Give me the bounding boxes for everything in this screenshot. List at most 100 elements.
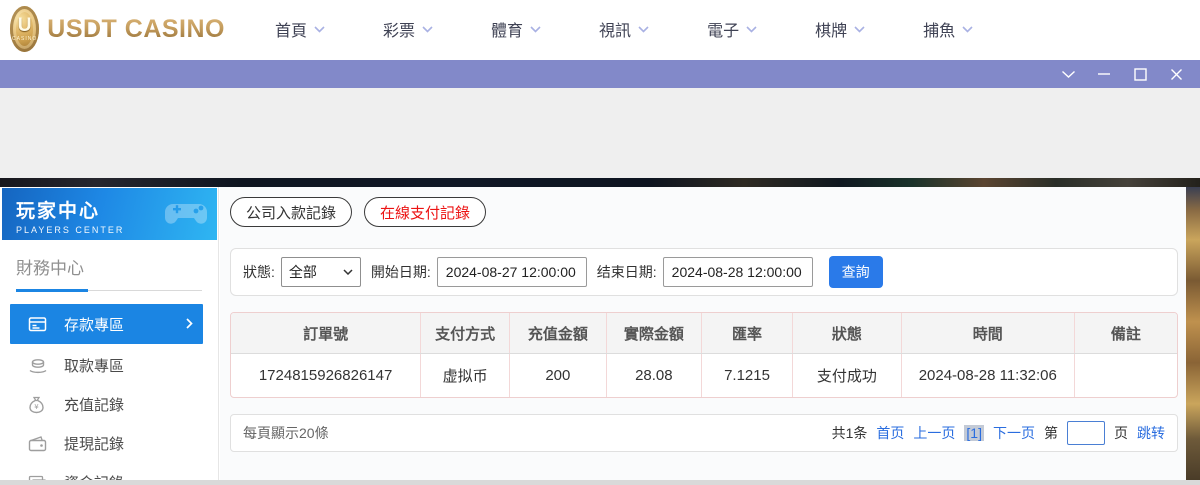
window-minimize-icon[interactable] — [1096, 66, 1112, 82]
nav-item-lottery[interactable]: 彩票 — [383, 17, 433, 41]
nav-item-fishing[interactable]: 捕魚 — [923, 17, 973, 41]
col-exchange-rate: 匯率 — [701, 313, 792, 353]
nav-item-sports[interactable]: 體育 — [491, 17, 541, 41]
nav-item-slots[interactable]: 電子 — [707, 17, 757, 41]
nav-item-label: 捕魚 — [923, 17, 955, 41]
chevron-down-icon — [746, 26, 757, 33]
chevron-down-icon — [422, 26, 433, 33]
tab-company-deposit-record[interactable]: 公司入款記錄 — [230, 197, 352, 227]
brand-logo-icon: U CASINO — [10, 6, 39, 52]
sidebar-menu: 存款專區 取款專區 ¥ 充值記錄 提現 — [0, 304, 218, 485]
bottom-edge-strip — [0, 480, 1200, 485]
chevron-down-icon — [962, 26, 973, 33]
window-titlebar — [0, 60, 1200, 88]
sidebar-item-label: 充值記錄 — [64, 394, 124, 415]
section-divider — [16, 289, 202, 292]
table-row: 1724815926826147 虚拟币 200 28.08 7.1215 支付… — [231, 354, 1177, 397]
col-payment-method: 支付方式 — [420, 313, 509, 353]
cell-recharge-amount: 200 — [509, 354, 605, 397]
nav-item-label: 電子 — [707, 17, 739, 41]
logo-casino-text: CASINO — [12, 36, 37, 42]
players-center-header: 玩家中心 PLAYERS CENTER — [2, 188, 217, 240]
chevron-right-icon — [186, 316, 193, 333]
cell-order-number: 1724815926826147 — [231, 354, 420, 397]
records-table: 訂單號 支付方式 充值金額 實際金額 匯率 狀態 時間 備註 172481592… — [230, 312, 1178, 398]
top-navbar: U CASINO USDT CASINO 首頁 彩票 體育 視訊 — [0, 0, 1200, 58]
jump-page-input[interactable] — [1067, 421, 1105, 445]
sidebar-item-label: 提現記錄 — [64, 433, 124, 454]
main-content: 公司入款記錄 在線支付記錄 狀態: 全部 開始日期: 2024-08-27 12… — [220, 187, 1186, 480]
brand-logo[interactable]: U CASINO USDT CASINO — [10, 6, 225, 52]
prev-page-link[interactable]: 上一页 — [913, 423, 955, 443]
cell-exchange-rate: 7.1215 — [701, 354, 792, 397]
sidebar-item-deposit[interactable]: 存款專區 — [10, 304, 203, 344]
withdrawal-record-icon — [28, 436, 48, 452]
gamepad-icon — [163, 196, 209, 233]
nav-item-label: 棋牌 — [815, 17, 847, 41]
chevron-down-icon — [638, 26, 649, 33]
jump-button[interactable]: 跳转 — [1137, 423, 1165, 443]
withdraw-icon — [28, 357, 48, 374]
record-tabs: 公司入款記錄 在線支付記錄 — [230, 197, 1178, 227]
banner-empty-area — [0, 88, 1200, 178]
nav-item-home[interactable]: 首頁 — [275, 17, 325, 41]
svg-text:¥: ¥ — [34, 403, 39, 411]
sidebar-item-withdrawal-record[interactable]: 提現記錄 — [0, 424, 218, 463]
deposit-icon — [28, 316, 48, 333]
page: U CASINO USDT CASINO 首頁 彩票 體育 視訊 — [0, 0, 1200, 485]
col-remark: 備註 — [1074, 313, 1177, 353]
start-date-input[interactable]: 2024-08-27 12:00:00 — [437, 257, 587, 287]
brand-name: USDT CASINO — [47, 15, 225, 44]
pager: 共1条 首页 上一页 [1] 下一页 第 页 跳转 — [832, 421, 1165, 445]
window-chevron-down-icon[interactable] — [1060, 66, 1076, 82]
window-close-icon[interactable] — [1168, 66, 1184, 82]
nav-item-label: 首頁 — [275, 17, 307, 41]
status-select-value: 全部 — [289, 262, 317, 282]
col-status: 狀態 — [792, 313, 901, 353]
end-date-input[interactable]: 2024-08-28 12:00:00 — [663, 257, 813, 287]
chevron-down-icon — [530, 26, 541, 33]
cell-status: 支付成功 — [792, 354, 901, 397]
nav-items: 首頁 彩票 體育 視訊 電子 棋牌 — [275, 17, 973, 41]
recharge-record-icon: ¥ — [28, 396, 48, 414]
dark-banner-edge — [0, 178, 1200, 187]
page-size-text: 每頁顯示20條 — [243, 423, 329, 443]
sidebar-item-withdraw[interactable]: 取款專區 — [0, 346, 218, 385]
col-recharge-amount: 充值金額 — [509, 313, 605, 353]
finance-center-label: 財務中心 — [16, 254, 202, 279]
nav-item-video[interactable]: 視訊 — [599, 17, 649, 41]
sidebar-item-recharge-record[interactable]: ¥ 充值記錄 — [0, 385, 218, 424]
logo-letter: U — [18, 16, 32, 35]
cell-actual-amount: 28.08 — [606, 354, 702, 397]
pagination-bar: 每頁顯示20條 共1条 首页 上一页 [1] 下一页 第 页 跳转 — [230, 414, 1178, 452]
current-page-indicator: [1] — [964, 425, 984, 441]
start-date-label: 開始日期: — [371, 262, 431, 282]
query-button[interactable]: 查詢 — [829, 256, 883, 288]
window-maximize-icon[interactable] — [1132, 66, 1148, 82]
jump-prefix: 第 — [1044, 423, 1058, 443]
nav-item-boardgames[interactable]: 棋牌 — [815, 17, 865, 41]
col-order-number: 訂單號 — [231, 313, 420, 353]
end-date-label: 结束日期: — [597, 262, 657, 282]
sidebar: 玩家中心 PLAYERS CENTER 財務中心 存款專區 — [0, 187, 219, 480]
cell-time: 2024-08-28 11:32:06 — [901, 354, 1074, 397]
cell-payment-method: 虚拟币 — [420, 354, 509, 397]
nav-item-label: 視訊 — [599, 17, 631, 41]
chevron-down-icon — [314, 26, 325, 33]
filter-bar: 狀態: 全部 開始日期: 2024-08-27 12:00:00 结束日期: 2… — [230, 248, 1178, 296]
table-header-row: 訂單號 支付方式 充值金額 實際金額 匯率 狀態 時間 備註 — [231, 313, 1177, 354]
sidebar-item-label: 取款專區 — [64, 355, 124, 376]
status-label: 狀態: — [243, 262, 275, 282]
col-time: 時間 — [901, 313, 1074, 353]
first-page-link[interactable]: 首页 — [876, 423, 904, 443]
status-select[interactable]: 全部 — [281, 257, 361, 287]
chevron-down-icon — [343, 269, 353, 275]
nav-item-label: 體育 — [491, 17, 523, 41]
total-count: 共1条 — [832, 423, 868, 443]
chevron-down-icon — [854, 26, 865, 33]
nav-item-label: 彩票 — [383, 17, 415, 41]
next-page-link[interactable]: 下一页 — [993, 423, 1035, 443]
tab-online-payment-record[interactable]: 在線支付記錄 — [364, 197, 486, 227]
cell-remark — [1074, 354, 1177, 397]
jump-suffix: 页 — [1114, 423, 1128, 443]
